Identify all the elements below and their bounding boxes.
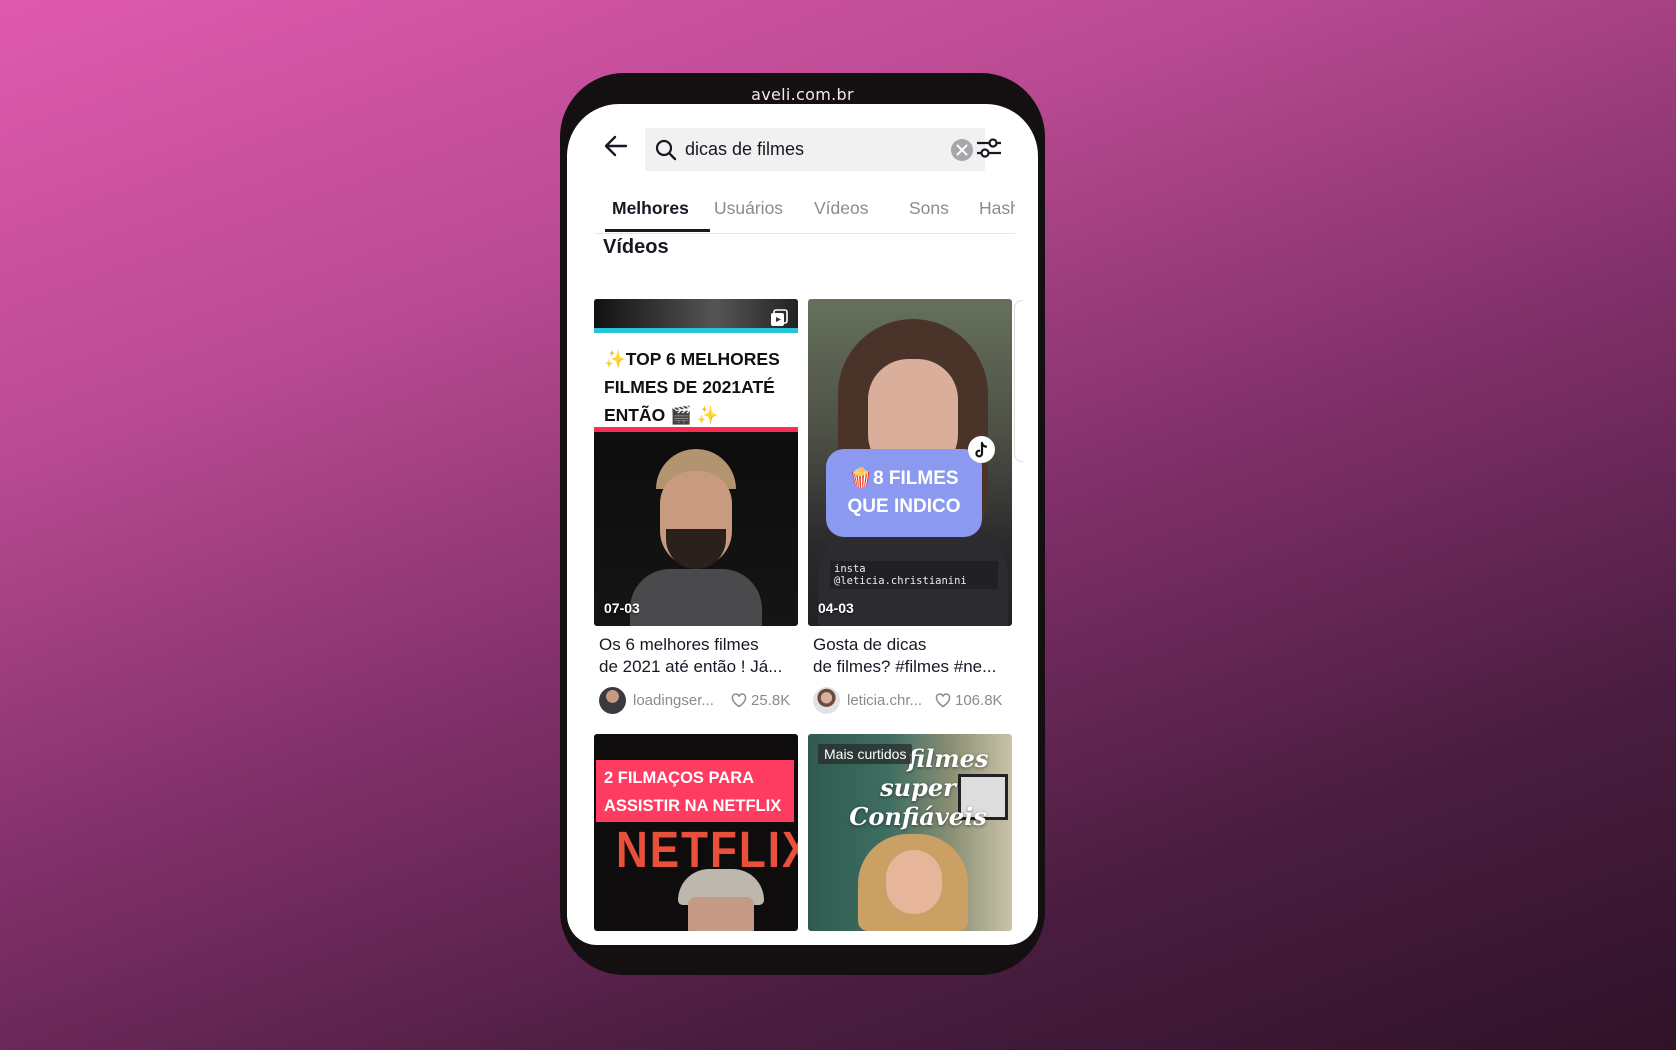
search-input[interactable] [685,128,935,171]
video-date: 07-03 [604,600,640,616]
app-screen: Melhores Usuários Vídeos Sons Hasht Víde… [567,104,1038,945]
like-count: 25.8K [751,692,791,709]
video-thumbnail[interactable]: NETFLIX 2 FILMAÇOS PARA ASSISTIR NA NETF… [594,734,798,931]
magnifier-icon [655,139,677,161]
video-overlay-text: 2 FILMAÇOS PARA ASSISTIR NA NETFLIX [596,760,794,822]
clear-x-icon [956,144,968,156]
video-caption: Gosta de dicas de filmes? #filmes #ne... [813,635,997,676]
video-meta: leticia.chr... 106.8K [813,687,1013,715]
avatar[interactable] [813,687,840,714]
search-header [567,104,1038,184]
search-tabs: Melhores Usuários Vídeos Sons Hasht [595,184,1015,234]
video-thumbnail[interactable]: 🍿8 FILMES QUE INDICO insta @leticia.chri… [808,299,1012,626]
video-date: 04-03 [818,600,854,616]
watermark: aveli.com.br [751,85,854,104]
video-overlay-text: 🍿8 FILMES QUE INDICO [826,449,982,537]
tab-hashtags[interactable]: Hasht [979,198,1015,219]
arrow-left-icon [604,135,628,157]
back-button[interactable] [603,133,629,159]
heart-icon [935,693,951,708]
next-column-peek [1014,300,1023,462]
presenter-figure [858,834,968,931]
video-meta: loadingser... 25.8K [599,687,799,715]
video-caption: Os 6 melhores filmes de 2021 até então !… [599,635,783,676]
filter-button[interactable] [974,134,1004,162]
tab-sons[interactable]: Sons [909,198,949,219]
sliders-icon [977,138,1001,158]
video-overlay-text: ✨TOP 6 MELHORES FILMES DE 2021ATÉ ENTÃO … [594,328,798,432]
badge-most-liked: Mais curtidos [818,744,913,764]
clear-search-button[interactable] [951,139,973,161]
active-tab-indicator [605,229,710,232]
carousel-icon [771,309,788,326]
avatar[interactable] [599,687,626,714]
heart-icon [731,693,747,708]
tiktok-icon [968,436,995,463]
phone-frame: aveli.com.br Melhores Usuários Vídeos So… [560,73,1045,975]
username[interactable]: loadingser... [633,692,714,709]
video-thumbnail[interactable]: filmes super Confiáveis Mais curtidos [808,734,1012,931]
video-sub-overlay: insta @leticia.christianini [830,561,998,589]
presenter-figure [630,449,762,626]
like-count: 106.8K [955,692,1003,709]
tab-usuarios[interactable]: Usuários [714,198,783,219]
username[interactable]: leticia.chr... [847,692,922,709]
presenter-figure [678,869,764,931]
search-box[interactable] [645,128,985,171]
tab-videos[interactable]: Vídeos [814,198,868,219]
section-title: Vídeos [603,236,669,258]
tab-melhores[interactable]: Melhores [612,198,689,219]
video-thumbnail[interactable]: ✨TOP 6 MELHORES FILMES DE 2021ATÉ ENTÃO … [594,299,798,626]
